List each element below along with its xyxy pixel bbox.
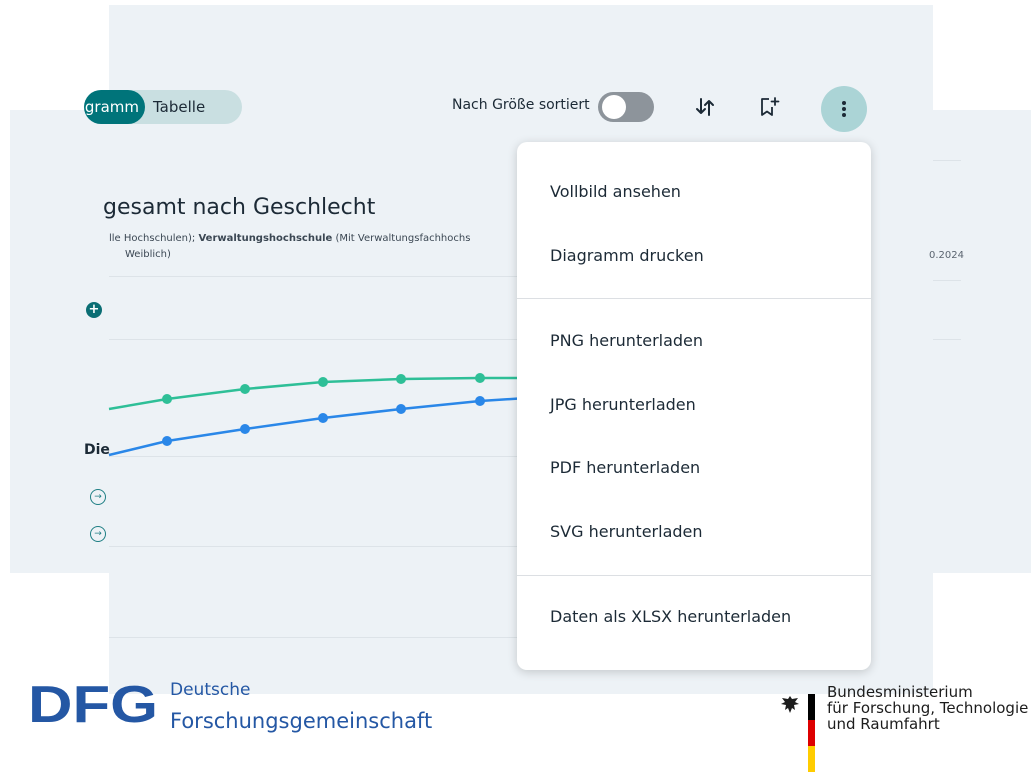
menu-item-fullscreen[interactable]: Vollbild ansehen (550, 181, 681, 203)
chart-subtitle: lle Hochschulen); Verwaltungshochschule … (109, 233, 470, 244)
menu-item-svg[interactable]: SVG herunterladen (550, 521, 703, 543)
subtitle-suffix: (Mit Verwaltungsfachhochs (332, 233, 471, 244)
chart-title: gesamt nach Geschlecht (103, 195, 376, 220)
dfg-name-line2: Forschungsgemeinschaft (170, 709, 433, 733)
chart-gridline (109, 456, 519, 457)
more-options-button[interactable] (821, 86, 867, 132)
flag-stripe-red (808, 720, 815, 746)
tab-tabelle[interactable]: Tabelle (153, 90, 205, 124)
bookmark-add-icon (761, 97, 780, 116)
german-flag-bar (808, 694, 815, 772)
legend-arrow-icon[interactable]: → (90, 526, 106, 542)
chart-subtitle-line2: Weiblich) (125, 249, 171, 260)
menu-item-pdf[interactable]: PDF herunterladen (550, 457, 700, 479)
view-toggle: gramm Tabelle (84, 90, 242, 124)
sort-toggle-label: Nach Größe sortiert (452, 97, 590, 113)
chart-gridline (933, 280, 961, 281)
more-vertical-icon (842, 101, 846, 117)
menu-divider (517, 298, 871, 299)
chart-gridline (933, 339, 961, 340)
chart-gridline (109, 546, 519, 547)
legend-arrow-icon[interactable]: → (90, 489, 106, 505)
subtitle-prefix: lle Hochschulen); (109, 233, 199, 244)
export-menu: Vollbild ansehen Diagramm drucken PNG he… (517, 142, 871, 670)
bookmark-add-button[interactable] (747, 85, 791, 129)
menu-divider (517, 575, 871, 576)
tab-diagramm[interactable]: gramm (84, 90, 145, 124)
chart-gridline (933, 160, 961, 161)
chart-gridline (109, 637, 519, 638)
legend-heading: Die (84, 442, 110, 458)
menu-item-png[interactable]: PNG herunterladen (550, 330, 703, 352)
chart-gridline (109, 276, 519, 277)
menu-item-print[interactable]: Diagramm drucken (550, 245, 704, 267)
sort-order-button[interactable] (683, 85, 727, 129)
dfg-mark: DFG (28, 678, 158, 726)
sort-icon (696, 98, 714, 116)
sort-toggle[interactable] (598, 92, 654, 122)
bmbf-name-line3: und Raumfahrt (827, 715, 940, 733)
dfg-name-line1: Deutsche (170, 680, 251, 700)
flag-stripe-gold (808, 746, 815, 772)
subtitle-bold: Verwaltungshochschule (198, 233, 333, 244)
federal-eagle-icon (781, 696, 799, 713)
menu-item-jpg[interactable]: JPG herunterladen (550, 394, 696, 416)
chart-gridline (109, 339, 519, 340)
date-label: 0.2024 (929, 250, 964, 261)
dfg-logo: DFG (28, 678, 158, 726)
flag-stripe-black (808, 694, 815, 720)
expand-plus-icon[interactable]: + (86, 302, 102, 318)
menu-item-xlsx[interactable]: Daten als XLSX herunterladen (550, 606, 791, 628)
toggle-knob (602, 95, 626, 119)
